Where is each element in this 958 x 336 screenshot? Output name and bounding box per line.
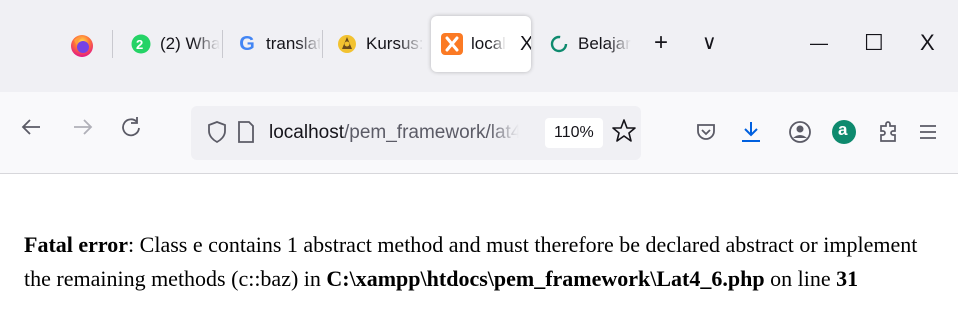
extensions-puzzle-icon[interactable] [874, 118, 902, 146]
zoom-level-button[interactable]: 110% [545, 118, 603, 148]
tab-separator [222, 30, 223, 58]
extension-grammar-icon[interactable]: a [830, 118, 858, 146]
reload-icon [122, 117, 140, 137]
forward-button[interactable] [72, 116, 94, 146]
window-close-button[interactable]: X [920, 28, 935, 58]
whatsapp-badge: 2 [136, 36, 144, 52]
maximize-button[interactable]: ☐ [864, 28, 884, 58]
url-path: /pem_framework/lat4_6.php [344, 122, 519, 143]
google-icon: G [239, 32, 255, 55]
course-site-icon [336, 33, 358, 55]
tab-label: Kursus: [366, 34, 422, 53]
tab-close-icon[interactable]: X [520, 33, 531, 56]
tab-strip: 2 (2) Wha G translat Kursus: local X Bel… [0, 0, 958, 92]
tab-separator [112, 30, 113, 58]
loading-spinner-icon [548, 33, 570, 55]
pocket-icon[interactable] [692, 118, 720, 146]
xampp-icon [441, 33, 463, 55]
error-line-number: 31 [836, 266, 859, 291]
minimize-button[interactable]: — [810, 28, 828, 58]
new-tab-button[interactable]: + [654, 28, 668, 58]
tab-google-translate[interactable]: G translat [236, 16, 320, 72]
error-text-part2: on line [764, 266, 837, 291]
extension-letter: a [838, 120, 848, 139]
url-text[interactable]: localhost/pem_framework/lat4_6.php [269, 122, 519, 144]
forward-arrow-icon [74, 119, 93, 135]
list-all-tabs-button[interactable]: ∨ [702, 28, 717, 58]
tab-whatsapp[interactable]: 2 (2) Wha [130, 16, 220, 72]
tab-label: local [471, 34, 506, 53]
tab-kursus[interactable]: Kursus: [336, 16, 422, 72]
firefox-icon[interactable] [70, 34, 94, 58]
tab-label: Belajar [578, 34, 631, 53]
hamburger-menu-icon[interactable] [914, 118, 942, 146]
tab-localhost[interactable]: local X [431, 16, 531, 72]
tab-belajar[interactable]: Belajar [548, 16, 634, 72]
downloads-icon[interactable] [737, 118, 765, 146]
url-host: localhost [269, 122, 344, 143]
back-button[interactable] [20, 116, 42, 146]
account-icon[interactable] [786, 118, 814, 146]
page-info-icon[interactable] [237, 121, 255, 148]
back-arrow-icon [21, 119, 40, 135]
reload-button[interactable] [120, 116, 142, 146]
url-bar[interactable]: localhost/pem_framework/lat4_6.php 110% [191, 106, 641, 160]
tab-separator [322, 30, 323, 58]
navigation-toolbar: localhost/pem_framework/lat4_6.php 110% [0, 92, 958, 174]
tracking-shield-icon[interactable] [207, 121, 227, 148]
error-file-path: C:\xampp\htdocs\pem_framework\Lat4_6.php [326, 266, 765, 291]
php-error-message: Fatal error: Class e contains 1 abstract… [24, 228, 944, 296]
tab-label: (2) Wha [160, 34, 220, 53]
bookmark-star-icon[interactable] [611, 118, 637, 149]
tab-label: translat [266, 34, 320, 53]
error-label: Fatal error [24, 232, 129, 257]
